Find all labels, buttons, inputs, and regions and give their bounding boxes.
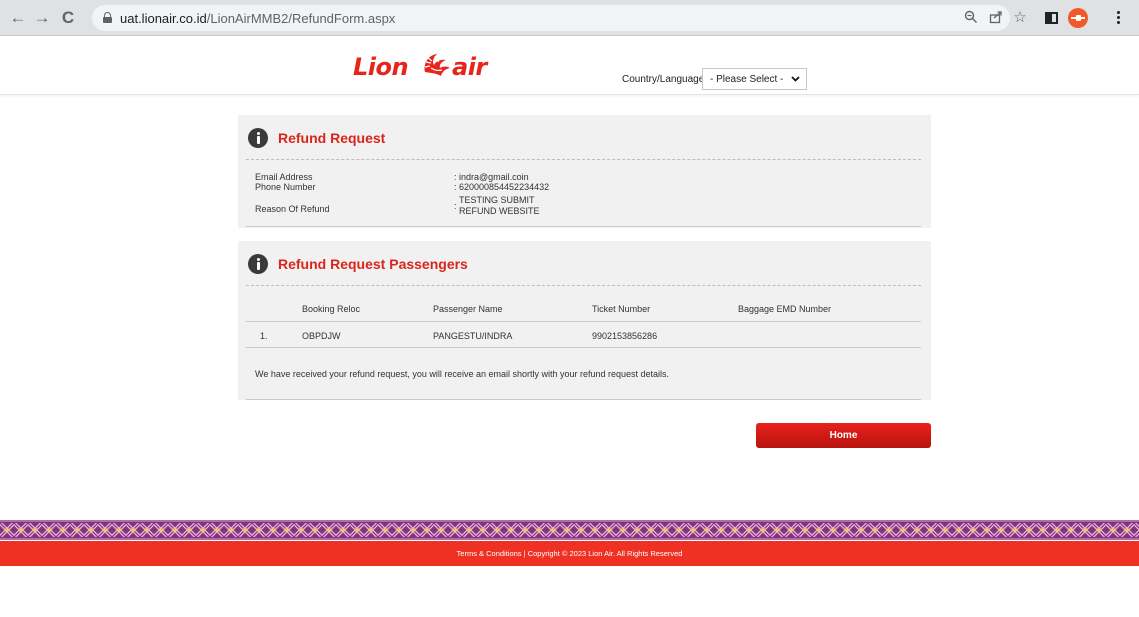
share-icon[interactable] (988, 10, 1004, 26)
copyright-text: Copyright © 2023 Lion Air. All Rights Re… (527, 549, 683, 558)
address-bar[interactable]: uat.lionair.co.id/LionAirMMB2/RefundForm… (92, 5, 1027, 31)
divider (246, 226, 921, 227)
reason-value-line1: TESTING SUBMIT (459, 195, 535, 205)
ticket-number-cell: 9902153856286 (592, 331, 658, 341)
logo-text-air: air (452, 53, 487, 81)
chevron-down-icon (791, 76, 800, 82)
column-header-ticket-number: Ticket Number (592, 304, 651, 314)
logo-text-lion: Lion (353, 53, 409, 81)
lion-logo-icon (424, 54, 450, 76)
url-host: uat.lionair.co.id (120, 11, 207, 26)
row-number: 1. (260, 331, 268, 341)
browser-toolbar: ← → C uat.lionair.co.id/LionAirMMB2/Refu… (0, 0, 1139, 36)
passenger-name-cell: PANGESTU/INDRA (433, 331, 513, 341)
table-row-divider (246, 347, 921, 348)
email-label: Email Address (255, 172, 313, 182)
country-select-value: - Please Select - (710, 74, 784, 85)
refund-request-title: Refund Request (278, 130, 386, 146)
side-panel-icon[interactable] (1043, 9, 1061, 27)
forward-icon[interactable]: → (32, 8, 52, 28)
column-header-passenger-name: Passenger Name (433, 304, 503, 314)
refund-passengers-title: Refund Request Passengers (278, 256, 468, 272)
confirmation-message: We have received your refund request, yo… (255, 369, 670, 379)
email-value: indra@gmail.coin (459, 172, 529, 182)
site-header: Lion air Country/Language - Please Selec… (0, 37, 1139, 95)
colon: : (454, 172, 457, 182)
reason-label: Reason Of Refund (255, 204, 330, 214)
country-language-label: Country/Language (622, 74, 705, 85)
url-text[interactable]: uat.lionair.co.id/LionAirMMB2/RefundForm… (120, 11, 395, 26)
column-header-baggage-emd: Baggage EMD Number (738, 304, 832, 314)
zoom-icon[interactable] (963, 10, 979, 26)
star-icon[interactable]: ☆ (1012, 10, 1028, 26)
terms-link[interactable]: Terms & Conditions (457, 549, 522, 558)
footer-decorative-pattern (0, 520, 1139, 540)
back-icon[interactable]: ← (8, 8, 28, 28)
footer-text: Terms & Conditions | Copyright © 2023 Li… (0, 549, 1139, 558)
footer: Terms & Conditions | Copyright © 2023 Li… (0, 541, 1139, 566)
phone-label: Phone Number (255, 182, 316, 192)
country-language-select[interactable]: - Please Select - (702, 68, 807, 90)
url-path: /LionAirMMB2/RefundForm.aspx (206, 11, 396, 26)
colon: : (454, 182, 457, 192)
column-header-booking-reloc: Booking Reloc (302, 304, 361, 314)
home-button[interactable]: Home (756, 423, 931, 448)
colon: : (454, 201, 457, 211)
phone-value: 620000854452234432 (459, 182, 550, 192)
reload-icon[interactable]: C (58, 8, 78, 28)
reason-value-line2: REFUND WEBSITE (459, 206, 540, 216)
refund-request-panel: Refund Request Email Address : indra@gma… (238, 115, 931, 228)
divider (246, 285, 921, 286)
table-header-divider (246, 321, 921, 322)
divider (246, 399, 921, 400)
refund-passengers-panel: Refund Request Passengers Booking Reloc … (238, 241, 931, 400)
booking-reloc-cell: OBPDJW (302, 331, 341, 341)
divider (246, 159, 921, 160)
menu-icon[interactable] (1113, 9, 1123, 27)
profile-icon[interactable] (1068, 8, 1088, 28)
info-icon (248, 254, 268, 274)
info-icon (248, 128, 268, 148)
lock-icon[interactable] (103, 12, 112, 23)
